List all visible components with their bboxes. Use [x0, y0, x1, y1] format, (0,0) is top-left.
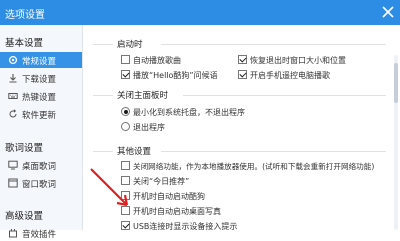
autoplay-checkbox[interactable] — [121, 55, 130, 64]
plugin-icon — [9, 229, 17, 238]
sidebar-item-label: 常规设置 — [22, 57, 57, 67]
close-icon[interactable] — [381, 5, 395, 19]
sidebar-item-hotkey[interactable]: 热键设置 — [0, 88, 82, 104]
divider — [183, 95, 386, 96]
section-title-other: 其他设置 — [117, 147, 152, 157]
update-icon — [9, 109, 17, 118]
download-icon — [9, 74, 17, 83]
usb-prompt-label: USB连接时显示设备接入提示 — [133, 222, 238, 231]
autoplay-label: 自动播放歌曲 — [133, 56, 181, 65]
divider — [93, 44, 113, 45]
section-title-startup: 启动时 — [117, 40, 143, 50]
sidebar-item-sound-plugin[interactable]: 音效插件 — [0, 225, 82, 241]
disable-network-label: 关闭网络功能，作为本地播放器使用。(试听和下载会重新打开网络功能) — [133, 162, 375, 171]
annotation-arrow-icon — [90, 168, 129, 207]
greeting-checkbox[interactable] — [121, 70, 130, 79]
sidebar-item-label: 下载设置 — [22, 75, 57, 85]
keyboard-icon — [8, 93, 18, 99]
restore-window-label: 恢复退出时窗口大小和位置 — [250, 56, 346, 65]
sidebar-item-download[interactable]: 下载设置 — [0, 70, 82, 86]
sidebar-item-label: 音效插件 — [22, 230, 57, 240]
divider — [93, 95, 113, 96]
divider — [93, 151, 113, 152]
window-title: 选项设置 — [5, 10, 45, 21]
sidebar-item-label: 热键设置 — [22, 93, 57, 103]
sidebar: 基本设置 常规设置 下载设置 热键设置 软件更新 歌词设置 桌面歌词 窗口歌词 … — [0, 25, 83, 240]
divider — [161, 151, 386, 152]
phone-remote-label: 开启手机遥控电脑播歌 — [250, 71, 330, 80]
sidebar-item-update[interactable]: 软件更新 — [0, 106, 82, 122]
sidebar-group-advanced: 高级设置 — [5, 211, 44, 222]
minimize-tray-radio[interactable] — [121, 107, 130, 116]
title-bar: 选项设置 — [0, 0, 400, 25]
sidebar-item-label: 窗口歌词 — [22, 180, 57, 190]
exit-program-label: 退出程序 — [133, 123, 165, 132]
sidebar-item-label: 软件更新 — [22, 111, 57, 121]
section-title-close-panel: 关闭主面板时 — [117, 91, 169, 101]
phone-remote-checkbox[interactable] — [238, 70, 247, 79]
sidebar-item-label: 桌面歌词 — [22, 162, 57, 172]
scrollbar[interactable] — [394, 55, 398, 230]
window-lyrics-icon — [8, 178, 18, 188]
divider — [161, 44, 386, 45]
desktop-lyrics-icon — [8, 160, 18, 170]
scrollbar-thumb[interactable] — [394, 63, 398, 103]
exit-program-radio[interactable] — [121, 122, 130, 131]
gear-icon — [8, 55, 18, 65]
sidebar-item-general[interactable]: 常规设置 — [0, 52, 82, 68]
sidebar-group-basic: 基本设置 — [5, 38, 44, 49]
minimize-tray-label: 最小化到系统托盘，不退出程序 — [133, 108, 245, 117]
settings-panel: 启动时 自动播放歌曲 恢复退出时窗口大小和位置 播放“Hello酷狗”问候语 开… — [85, 25, 400, 231]
sidebar-item-desktop-lyrics[interactable]: 桌面歌词 — [0, 157, 82, 173]
restore-window-checkbox[interactable] — [238, 55, 247, 64]
greeting-label: 播放“Hello酷狗”问候语 — [133, 71, 218, 80]
sidebar-group-lyrics: 歌词设置 — [5, 143, 44, 154]
sidebar-item-window-lyrics[interactable]: 窗口歌词 — [0, 175, 82, 191]
